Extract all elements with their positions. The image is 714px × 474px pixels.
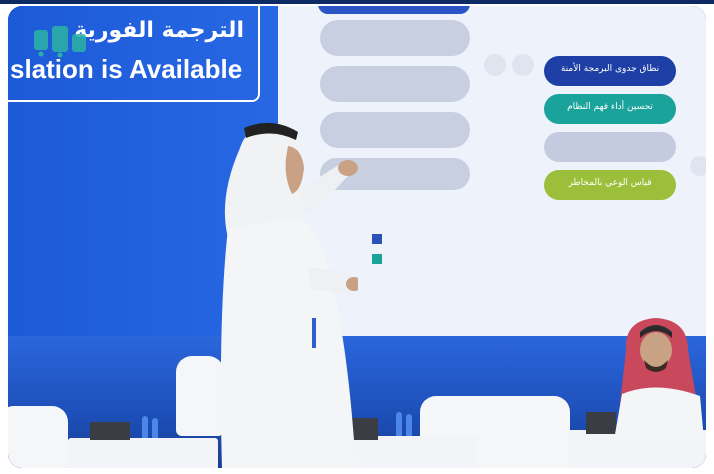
seated-person <box>614 318 704 440</box>
white-chair <box>8 406 68 468</box>
right-pill-2: تحسين أداء فهم النظام <box>544 94 676 124</box>
standing-presenter <box>220 122 358 468</box>
screen-header-pill <box>318 6 470 14</box>
right-pill-label: قياس الوعي بالمخاطر <box>568 178 652 188</box>
water-bottle <box>406 414 412 436</box>
logo-icon <box>34 26 86 58</box>
right-pill-3 <box>544 132 676 162</box>
water-bottle <box>142 416 148 438</box>
banner-english-text: slation is Available <box>10 54 243 84</box>
right-pill-label: نطاق جدوى البرمجة الأمنة <box>560 64 660 74</box>
water-bottle <box>396 412 402 436</box>
screen-grey-pill <box>320 20 470 56</box>
right-pill-1: نطاق جدوى البرمجة الأمنة <box>544 56 676 86</box>
legend-swatch-teal <box>372 254 382 264</box>
photo-frame: نطاق جدوى البرمجة الأمنة تحسين أداء فهم … <box>8 6 706 468</box>
water-bottle <box>152 418 158 438</box>
connector-dot <box>690 156 706 176</box>
right-pill-4: قياس الوعي بالمخاطر <box>544 170 676 200</box>
banner-arabic-text: الترجمة الفورية <box>74 18 244 43</box>
laptop <box>90 422 130 440</box>
right-pill-label: تحسين أداء فهم النظام <box>567 102 653 112</box>
panel-table <box>348 436 478 468</box>
top-edge-bar <box>0 0 714 4</box>
connector-dot <box>512 54 534 76</box>
legend-swatch-blue <box>372 234 382 244</box>
connector-dot <box>484 54 506 76</box>
screen-grey-pill <box>320 66 470 102</box>
